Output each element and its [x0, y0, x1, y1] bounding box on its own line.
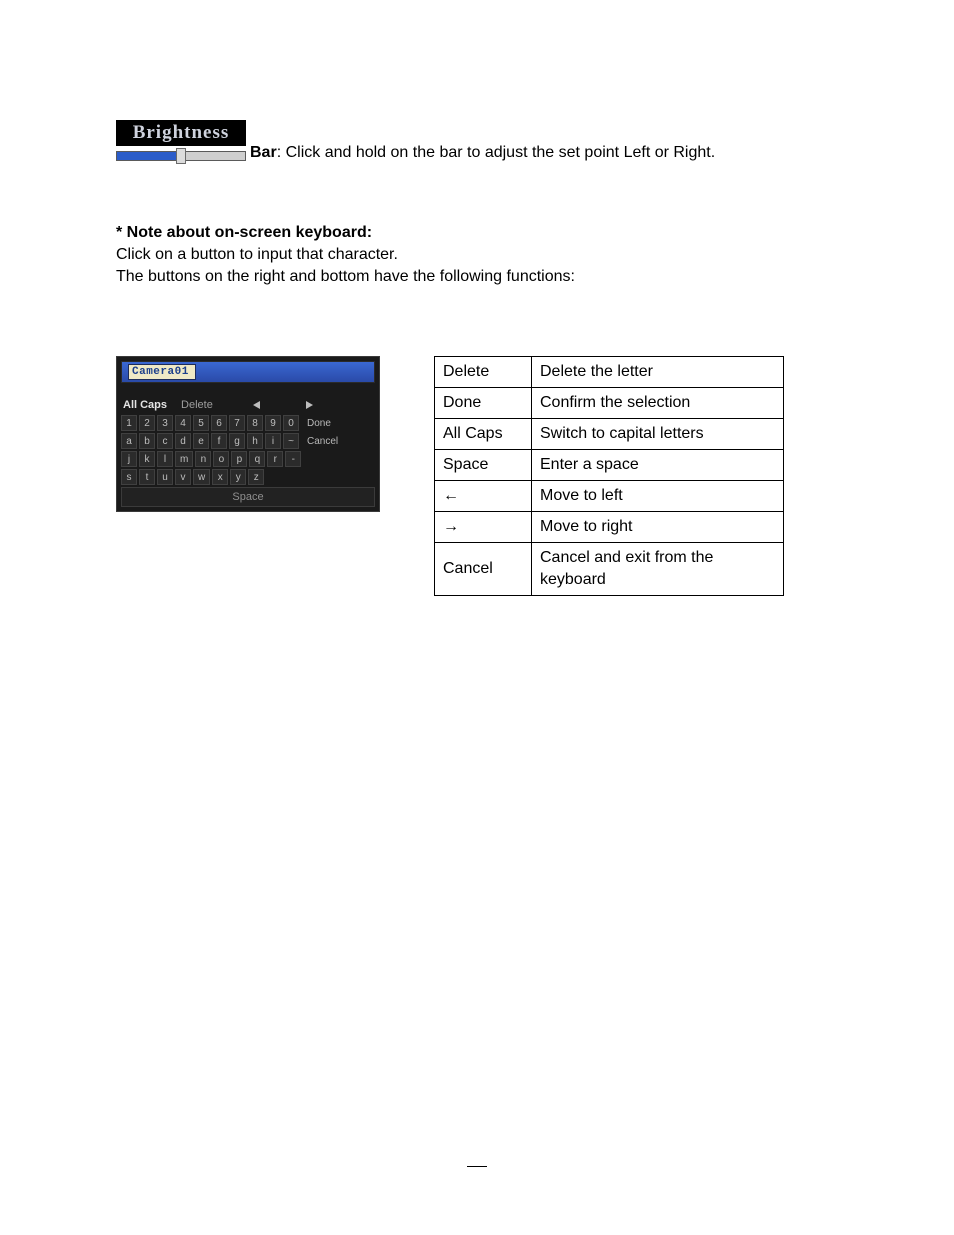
fn-desc: Enter a space [532, 450, 784, 481]
key-7[interactable]: 7 [229, 415, 245, 431]
key-z[interactable]: z [248, 469, 264, 485]
osk-row-numbers: 1 2 3 4 5 6 7 8 9 0 Done [121, 415, 375, 431]
fn-key: ← [435, 481, 532, 512]
cancel-button[interactable]: Cancel [301, 433, 340, 449]
note-line-2: The buttons on the right and bottom have… [116, 266, 838, 288]
key-dash[interactable]: - [285, 451, 301, 467]
key-a[interactable]: a [121, 433, 137, 449]
key-y[interactable]: y [230, 469, 246, 485]
key-e[interactable]: e [193, 433, 209, 449]
slider-track-filled [116, 151, 181, 161]
key-1[interactable]: 1 [121, 415, 137, 431]
fn-desc: Switch to capital letters [532, 419, 784, 450]
key-2[interactable]: 2 [139, 415, 155, 431]
osk-input[interactable]: Camera01 [128, 364, 196, 380]
brightness-title-bar: Brightness [116, 120, 246, 146]
page-number-rule [467, 1166, 487, 1167]
lower-columns: Camera01 All Caps Delete 1 2 3 4 5 6 7 8… [116, 356, 838, 596]
allcaps-button[interactable]: All Caps [123, 399, 167, 411]
note-heading: * Note about on-screen keyboard: [116, 222, 838, 244]
brightness-title: Brightness [133, 122, 230, 144]
key-p[interactable]: p [231, 451, 247, 467]
key-c[interactable]: c [157, 433, 173, 449]
page: Brightness Bar: Click and hold on the ba… [0, 0, 954, 1235]
table-row: Cancel Cancel and exit from the keyboard [435, 543, 784, 596]
fn-key: Done [435, 388, 532, 419]
fn-desc: Delete the letter [532, 357, 784, 388]
space-button[interactable]: Space [121, 487, 375, 507]
key-g[interactable]: g [229, 433, 245, 449]
table-row: → Move to right [435, 512, 784, 543]
note-section: * Note about on-screen keyboard: Click o… [116, 222, 838, 288]
osk-input-row: Camera01 [121, 361, 375, 383]
key-w[interactable]: w [193, 469, 210, 485]
key-tilde[interactable]: ~ [283, 433, 299, 449]
key-o[interactable]: o [213, 451, 229, 467]
key-s[interactable]: s [121, 469, 137, 485]
delete-button[interactable]: Delete [181, 399, 213, 411]
table-row: Space Enter a space [435, 450, 784, 481]
key-4[interactable]: 4 [175, 415, 191, 431]
slider-thumb[interactable] [176, 148, 186, 164]
key-f[interactable]: f [211, 433, 227, 449]
key-j[interactable]: j [121, 451, 137, 467]
key-v[interactable]: v [175, 469, 191, 485]
table-row: All Caps Switch to capital letters [435, 419, 784, 450]
arrow-right-icon[interactable] [306, 401, 313, 409]
key-8[interactable]: 8 [247, 415, 263, 431]
key-x[interactable]: x [212, 469, 228, 485]
fn-key: Delete [435, 357, 532, 388]
key-r[interactable]: r [267, 451, 283, 467]
key-i[interactable]: i [265, 433, 281, 449]
key-d[interactable]: d [175, 433, 191, 449]
slider-track-empty [181, 151, 246, 161]
key-n[interactable]: n [195, 451, 211, 467]
key-3[interactable]: 3 [157, 415, 173, 431]
brightness-slider[interactable] [116, 146, 246, 166]
fn-key: Cancel [435, 543, 532, 596]
brightness-row: Brightness Bar: Click and hold on the ba… [116, 120, 838, 166]
bar-text: : Click and hold on the bar to adjust th… [277, 144, 715, 161]
brightness-widget: Brightness [116, 120, 246, 166]
osk-row-letters-3: s t u v w x y z [121, 469, 375, 485]
fn-desc: Move to left [532, 481, 784, 512]
fn-desc: Confirm the selection [532, 388, 784, 419]
bar-description: Bar: Click and hold on the bar to adjust… [250, 142, 715, 166]
key-5[interactable]: 5 [193, 415, 209, 431]
fn-desc: Cancel and exit from the keyboard [532, 543, 784, 596]
key-h[interactable]: h [247, 433, 263, 449]
key-b[interactable]: b [139, 433, 155, 449]
fn-key: All Caps [435, 419, 532, 450]
table-row: ← Move to left [435, 481, 784, 512]
bar-label: Bar [250, 144, 277, 161]
key-9[interactable]: 9 [265, 415, 281, 431]
note-line-1: Click on a button to input that characte… [116, 244, 838, 266]
arrow-left-icon[interactable] [253, 401, 260, 409]
fn-desc: Move to right [532, 512, 784, 543]
key-6[interactable]: 6 [211, 415, 227, 431]
key-0[interactable]: 0 [283, 415, 299, 431]
key-m[interactable]: m [175, 451, 193, 467]
osk-row-letters-2: j k l m n o p q r - [121, 451, 375, 467]
key-t[interactable]: t [139, 469, 155, 485]
function-table: Delete Delete the letter Done Confirm th… [434, 356, 784, 596]
fn-key: Space [435, 450, 532, 481]
key-q[interactable]: q [249, 451, 265, 467]
key-l[interactable]: l [157, 451, 173, 467]
onscreen-keyboard: Camera01 All Caps Delete 1 2 3 4 5 6 7 8… [116, 356, 380, 512]
key-u[interactable]: u [157, 469, 173, 485]
key-k[interactable]: k [139, 451, 155, 467]
table-row: Delete Delete the letter [435, 357, 784, 388]
osk-top-controls: All Caps Delete [123, 399, 373, 411]
done-button[interactable]: Done [301, 415, 333, 431]
fn-key: → [435, 512, 532, 543]
osk-row-letters-1: a b c d e f g h i ~ Cancel [121, 433, 375, 449]
table-row: Done Confirm the selection [435, 388, 784, 419]
